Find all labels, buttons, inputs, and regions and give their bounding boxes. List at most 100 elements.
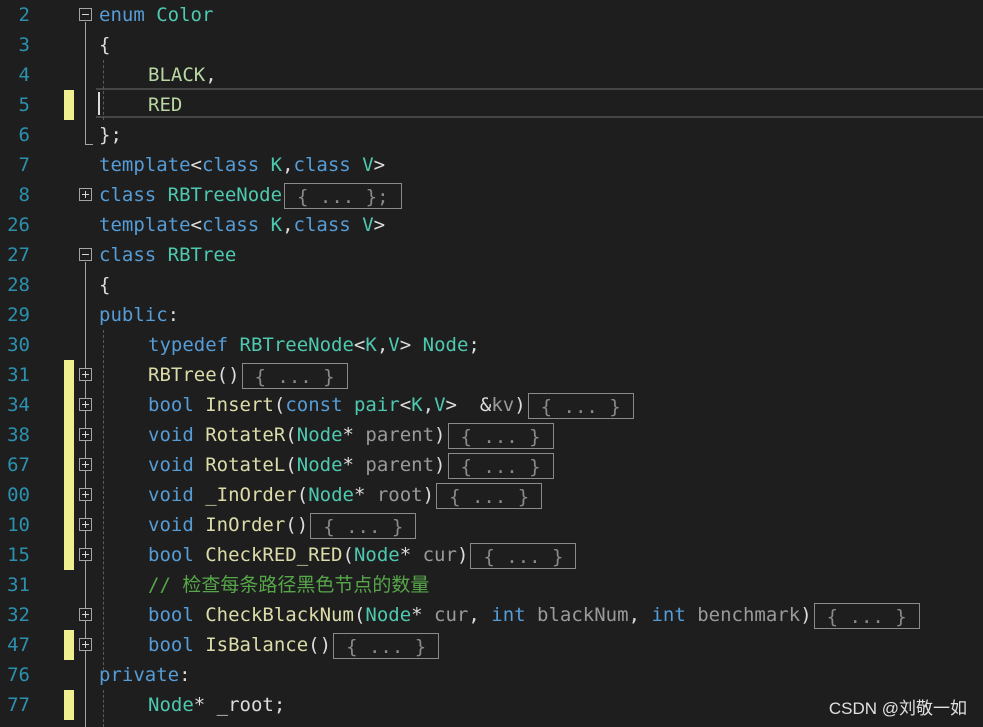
code-text[interactable]: void RotateL(Node* parent){ ... }	[148, 450, 554, 480]
code-line[interactable]: 10 void InOrder(){ ... }	[0, 510, 983, 540]
code-line[interactable]: 8 class RBTreeNode{ ... };	[0, 180, 983, 210]
code-token: int	[651, 604, 686, 626]
code-text[interactable]: template<class K,class V>	[99, 210, 385, 240]
collapsed-block[interactable]: { ... }	[813, 602, 920, 629]
code-text[interactable]: void _InOrder(Node* root){ ... }	[148, 480, 543, 510]
change-indicator	[64, 390, 74, 420]
code-token: private	[99, 664, 180, 686]
collapse-fold-icon[interactable]	[79, 248, 92, 261]
code-line[interactable]: 00 void _InOrder(Node* root){ ... }	[0, 480, 983, 510]
code-line[interactable]: 4 BLACK,	[0, 60, 983, 90]
code-text[interactable]: bool CheckBlackNum(Node* cur, int blackN…	[148, 600, 920, 630]
code-text[interactable]: Node* _root;	[148, 690, 285, 720]
code-token: Color	[156, 4, 214, 26]
code-token: template	[99, 154, 191, 176]
code-line[interactable]: 67 void RotateL(Node* parent){ ... }	[0, 450, 983, 480]
expand-fold-icon[interactable]	[79, 548, 92, 561]
expand-fold-icon[interactable]	[79, 428, 92, 441]
code-line[interactable]: 7 template<class K,class V>	[0, 150, 983, 180]
code-text[interactable]: void InOrder(){ ... }	[148, 510, 417, 540]
code-token: class	[201, 214, 260, 236]
code-token: V	[434, 394, 446, 416]
code-text[interactable]: enum Color	[99, 0, 213, 30]
code-text[interactable]: typedef RBTreeNode<K,V> Node;	[148, 330, 480, 360]
code-line[interactable]: 31 RBTree(){ ... }	[0, 360, 983, 390]
code-text[interactable]: template<class K,class V>	[99, 150, 385, 180]
expand-fold-icon[interactable]	[79, 518, 92, 531]
code-text[interactable]: };	[99, 120, 122, 150]
code-text[interactable]: {	[99, 30, 110, 60]
expand-fold-icon[interactable]	[79, 398, 92, 411]
collapsed-block[interactable]: { ... };	[284, 182, 402, 209]
code-text[interactable]: // 检查每条路径黑色节点的数量	[148, 570, 429, 600]
code-token: *	[353, 484, 377, 506]
code-token: <	[190, 214, 202, 236]
expand-fold-icon[interactable]	[79, 638, 92, 651]
code-text[interactable]: class RBTreeNode{ ... };	[99, 180, 402, 210]
code-editor[interactable]: 2 enum Color 3{4 BLACK, 5 RED 6}; 7 template<cla…	[0, 0, 983, 727]
line-number: 32	[7, 604, 30, 626]
code-text[interactable]: void RotateR(Node* parent){ ... }	[148, 420, 554, 450]
line-number: 00	[7, 484, 30, 506]
code-text[interactable]: RED	[148, 90, 182, 120]
code-text[interactable]: RBTree(){ ... }	[148, 360, 348, 390]
code-line[interactable]: 32 bool CheckBlackNum(Node* cur, int blac…	[0, 600, 983, 630]
collapsed-block[interactable]: { ... }	[310, 512, 417, 539]
code-token: void	[148, 514, 194, 536]
code-text[interactable]: bool IsBalance(){ ... }	[148, 630, 440, 660]
code-text[interactable]: {	[99, 270, 110, 300]
code-line[interactable]: 31 // 检查每条路径黑色节点的数量	[0, 570, 983, 600]
expand-fold-icon[interactable]	[79, 458, 92, 471]
expand-fold-icon[interactable]	[79, 608, 92, 621]
expand-fold-icon[interactable]	[79, 188, 92, 201]
code-line[interactable]: 15 bool CheckRED_RED(Node* cur){ ... }	[0, 540, 983, 570]
code-line[interactable]: 5 RED	[0, 90, 983, 120]
code-token: >	[373, 214, 386, 236]
code-line[interactable]: 38 void RotateR(Node* parent){ ... }	[0, 420, 983, 450]
collapsed-block[interactable]: { ... }	[447, 452, 554, 479]
code-text[interactable]: public:	[99, 300, 179, 330]
code-token: K	[411, 394, 423, 416]
code-text[interactable]: class RBTree	[99, 240, 236, 270]
code-text[interactable]: private:	[99, 660, 191, 690]
collapsed-block[interactable]: { ... }	[470, 542, 577, 569]
collapse-fold-icon[interactable]	[79, 8, 92, 21]
text-caret	[98, 92, 100, 115]
expand-fold-icon[interactable]	[79, 488, 92, 501]
code-text[interactable]: bool Insert(const pair<K,V> &kv){ ... }	[148, 390, 634, 420]
code-line[interactable]: 29 public:	[0, 300, 983, 330]
collapsed-block[interactable]: { ... }	[447, 422, 554, 449]
line-number: 10	[7, 514, 30, 536]
code-text[interactable]: BLACK,	[148, 60, 217, 90]
code-line[interactable]: 2 enum Color	[0, 0, 983, 30]
code-token: cur	[434, 604, 469, 626]
code-line[interactable]: 30 typedef RBTreeNode<K,V> Node;	[0, 330, 983, 360]
collapsed-block[interactable]: { ... }	[527, 392, 634, 419]
code-token: ()	[216, 364, 240, 386]
code-line[interactable]: 76 private:	[0, 660, 983, 690]
code-line[interactable]: 27 class RBTree	[0, 240, 983, 270]
code-line[interactable]: 3{	[0, 30, 983, 60]
code-token: Node	[308, 484, 354, 506]
line-number: 38	[7, 424, 30, 446]
code-token: ;	[468, 334, 480, 356]
collapsed-block[interactable]: { ... }	[333, 632, 440, 659]
code-line[interactable]: 6};	[0, 120, 983, 150]
line-number: 15	[7, 544, 30, 566]
code-line[interactable]: 28 {	[0, 270, 983, 300]
code-token: };	[99, 124, 122, 146]
code-text[interactable]: bool CheckRED_RED(Node* cur){ ... }	[148, 540, 577, 570]
collapsed-block[interactable]: { ... }	[241, 362, 348, 389]
code-line[interactable]: 47 bool IsBalance(){ ... }	[0, 630, 983, 660]
expand-fold-icon[interactable]	[79, 368, 92, 381]
collapsed-block[interactable]: { ... }	[436, 482, 543, 509]
code-line[interactable]: 26 template<class K,class V>	[0, 210, 983, 240]
code-token: ()	[308, 634, 332, 656]
code-line[interactable]: 34 bool Insert(const pair<K,V> &kv){ ... …	[0, 390, 983, 420]
